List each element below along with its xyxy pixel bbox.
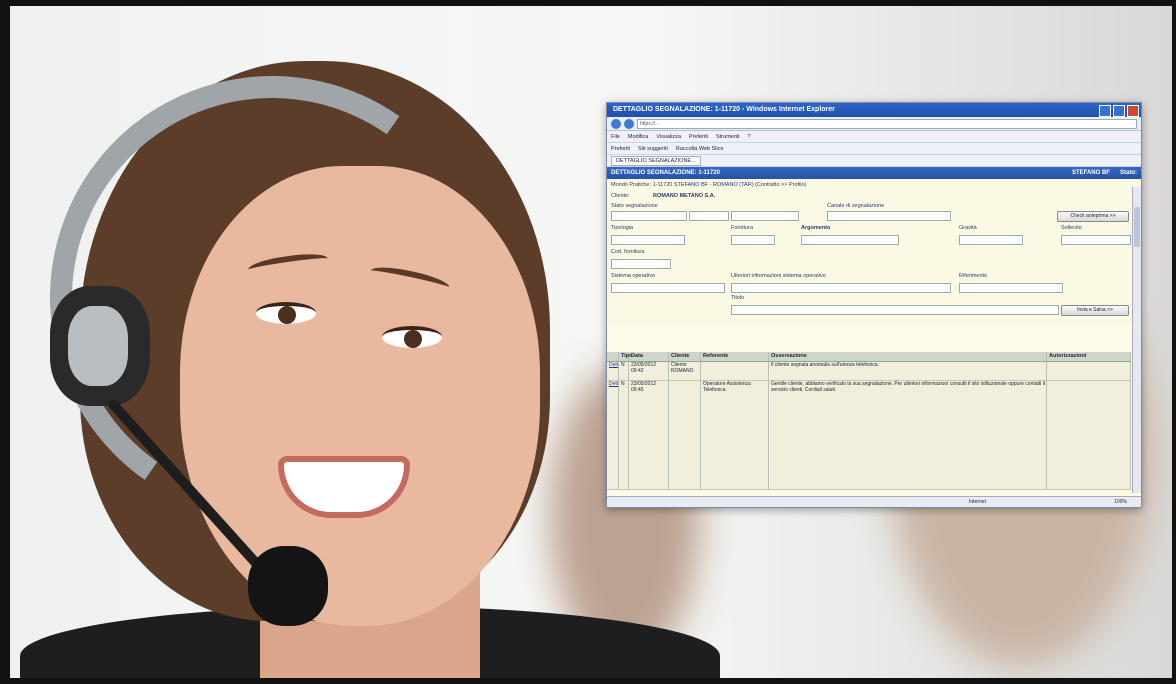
data-field[interactable] <box>731 211 799 221</box>
window-titlebar: DETTAGLIO SEGNALAZIONE: 1-11720 - Window… <box>607 103 1141 117</box>
stato-label: Stato segnalazione <box>611 203 658 209</box>
close-icon[interactable] <box>1127 105 1139 117</box>
row-note: Gentile cliente, abbiamo verificato la s… <box>769 381 1047 489</box>
client-label: Cliente: <box>611 193 630 199</box>
fornitura-label: Fornitura <box>731 225 754 231</box>
menu-favorites[interactable]: Preferiti <box>689 134 708 140</box>
tab-bar: DETTAGLIO SEGNALAZIONE... <box>607 155 1141 167</box>
microphone-foam <box>248 546 328 626</box>
forward-icon[interactable] <box>624 118 634 129</box>
argomento-select[interactable] <box>801 235 899 245</box>
photo-frame: DETTAGLIO SEGNALAZIONE: 1-11720 - Window… <box>0 0 1176 684</box>
maximize-icon[interactable] <box>1113 105 1125 117</box>
row-date: 23/05/2012 09:45 <box>629 381 669 489</box>
menu-tools[interactable]: Strumenti <box>716 134 740 140</box>
row-referent <box>701 362 769 380</box>
menu-bar: File Modifica Visualizza Preferiti Strum… <box>607 131 1141 143</box>
tipologia-label: Tipologia <box>611 225 634 231</box>
row-client: Cliente ROMANO <box>669 362 701 380</box>
ulteriori-label: Ulteriori informazioni sistema operativo <box>731 273 826 279</box>
header-cell: Tipo <box>621 352 633 361</box>
app-title: DETTAGLIO SEGNALAZIONE: 1-11720 <box>611 170 720 176</box>
table-row[interactable]: Dett N 23/05/2012 09:45 Operatore Assist… <box>607 381 1131 490</box>
menu-file[interactable]: File <box>611 134 620 140</box>
browser-window: DETTAGLIO SEGNALAZIONE: 1-11720 - Window… <box>606 102 1142 508</box>
menu-view[interactable]: Visualizza <box>656 134 681 140</box>
background-photo: DETTAGLIO SEGNALAZIONE: 1-11720 - Window… <box>10 6 1172 678</box>
canale-label: Canale di segnalazione <box>827 203 885 209</box>
url-input[interactable]: https://... <box>637 118 1137 129</box>
header-cell: Referente <box>701 352 769 361</box>
browser-tab[interactable]: DETTAGLIO SEGNALAZIONE... <box>611 155 701 166</box>
save-button[interactable]: Invia e Salva >> <box>1061 305 1129 316</box>
gravita-label: Gravità <box>959 225 977 231</box>
header-cell: Cliente <box>669 352 701 361</box>
app-user: STEFANO BF <box>1071 170 1110 176</box>
row-auth <box>1047 381 1131 489</box>
cod-fornitura-field[interactable] <box>611 259 671 269</box>
client-value: ROMANO METANO S.A. <box>653 193 716 199</box>
header-cell <box>607 352 619 361</box>
riferimento-label: Riferimento <box>959 273 988 279</box>
ulteriori-field[interactable] <box>731 283 951 293</box>
row-referent: Operatore Assistenza Telefonica <box>701 381 769 489</box>
back-icon[interactable] <box>611 118 621 129</box>
header-cell: Data <box>629 352 669 361</box>
headset-earcup-plate <box>68 306 128 386</box>
row-auth <box>1047 362 1131 380</box>
row-type: N <box>619 362 629 380</box>
riferimento-field[interactable] <box>959 283 1063 293</box>
titolo-field[interactable] <box>731 305 1059 315</box>
row-date: 23/05/2012 09:42 <box>629 362 669 380</box>
row-type: N <box>619 381 629 489</box>
canale-radio-group[interactable] <box>827 211 951 221</box>
table-row[interactable]: Dett N 23/05/2012 09:42 Cliente ROMANO I… <box>607 362 1131 381</box>
vertical-scrollbar[interactable] <box>1132 187 1141 493</box>
row-client <box>669 381 701 489</box>
window-title: DETTAGLIO SEGNALAZIONE: 1-11720 - Window… <box>613 106 835 113</box>
tipologia-select[interactable] <box>611 235 685 245</box>
notes-grid: Tipo Data Cliente Referente Osservazione… <box>607 352 1131 493</box>
row-detail-link[interactable]: Dett <box>607 381 619 489</box>
favorite-link[interactable]: Raccolta Web Slice <box>676 146 724 152</box>
check-button[interactable]: Check anteprima >> <box>1057 211 1129 222</box>
zone-icon: Internet <box>969 499 986 505</box>
favorites-button[interactable]: Preferiti <box>611 146 630 152</box>
row-note: Il cliente segnala anomalia sull'utenza … <box>769 362 1047 380</box>
row-detail-link[interactable]: Dett <box>607 362 619 380</box>
sistema-select[interactable] <box>611 283 725 293</box>
titolo-label: Titolo <box>731 295 745 301</box>
app-status: Stato: <box>1120 170 1137 176</box>
detail-form: Mondo Pratiche: 1-11720 STEFANO BF - ROM… <box>607 179 1141 323</box>
minimize-icon[interactable] <box>1099 105 1111 117</box>
address-bar: https://... <box>607 117 1141 131</box>
grid-header: Tipo Data Cliente Referente Osservazione… <box>607 352 1131 362</box>
header-cell: Osservazione <box>769 352 1047 361</box>
status-bar: Internet 100% <box>607 496 1141 507</box>
sollecito-label: Sollecito <box>1061 225 1082 231</box>
stato-select[interactable] <box>689 211 729 221</box>
sollecito-select[interactable] <box>1061 235 1131 245</box>
argomento-label: Argomento <box>801 225 831 231</box>
gravita-select[interactable] <box>959 235 1023 245</box>
context-line: Mondo Pratiche: 1-11720 STEFANO BF - ROM… <box>611 182 807 188</box>
favorites-bar: Preferiti Siti suggeriti Raccolta Web Sl… <box>607 143 1141 155</box>
cod-fornitura-label: Cod. fornitura <box>611 249 645 255</box>
fornitura-select[interactable] <box>731 235 775 245</box>
zoom-level[interactable]: 100% <box>1114 497 1127 507</box>
app-header: DETTAGLIO SEGNALAZIONE: 1-11720 STEFANO … <box>607 167 1141 179</box>
menu-edit[interactable]: Modifica <box>628 134 648 140</box>
stato-field[interactable] <box>611 211 687 221</box>
menu-help[interactable]: ? <box>748 134 751 140</box>
favorite-link[interactable]: Siti suggeriti <box>638 146 668 152</box>
sistema-label: Sistema operativo <box>611 273 656 279</box>
header-cell: Autorizzazioni <box>1047 352 1131 361</box>
